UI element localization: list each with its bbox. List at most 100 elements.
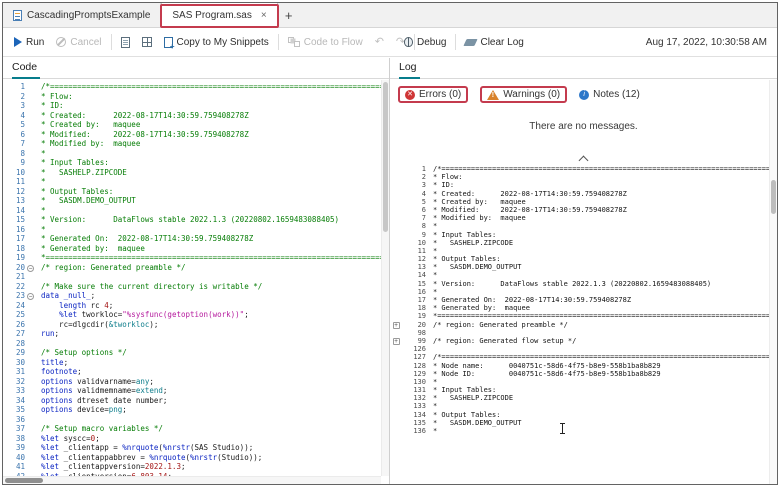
cancel-button[interactable]: Cancel <box>53 35 104 50</box>
log-content[interactable]: 1/*=====================================… <box>390 165 777 435</box>
code-line: 36 <box>3 415 389 425</box>
code-text: * ID: <box>36 101 64 111</box>
run-button[interactable]: Run <box>11 35 47 50</box>
code-line: 22/* Make sure the current directory is … <box>3 282 389 292</box>
log-text: * <box>426 247 437 255</box>
log-line: 5* Created by: maquee <box>390 198 777 206</box>
line-number: 32 <box>3 377 25 387</box>
print-button[interactable] <box>139 35 155 49</box>
line-number: 1 <box>402 165 426 173</box>
log-text: * Node name: 0040751c-58d6-4f75-b8e9-558… <box>426 362 661 370</box>
code-line: 23−data _null_; <box>3 291 389 301</box>
code-line: 8* <box>3 149 389 159</box>
scrollbar-thumb[interactable] <box>5 478 43 483</box>
text-cursor <box>562 423 563 434</box>
line-number: 7 <box>402 214 426 222</box>
log-line: 7* Modified by: maquee <box>390 214 777 222</box>
code-line: 18* Generated by: maquee <box>3 244 389 254</box>
errors-annotation-highlight: ✕ Errors (0) <box>398 86 468 103</box>
line-number: 18 <box>3 244 25 254</box>
new-tab-button[interactable]: + <box>278 3 300 27</box>
expand-region-icon[interactable]: + <box>393 338 400 345</box>
clear-log-button[interactable]: Clear Log <box>462 35 526 50</box>
code-line: 29/* Setup options */ <box>3 348 389 358</box>
debug-icon <box>404 37 413 47</box>
code-text: footnote; <box>36 367 82 377</box>
line-number: 3 <box>3 101 25 111</box>
last-run-timestamp: Aug 17, 2022, 10:30:58 AM <box>646 28 767 56</box>
code-horizontal-scrollbar[interactable] <box>3 476 381 484</box>
code-line: 32options validvarname=any; <box>3 377 389 387</box>
code-to-flow-label: Code to Flow <box>304 37 363 48</box>
scrollbar-thumb[interactable] <box>383 82 388 232</box>
expand-region-icon[interactable]: + <box>393 322 400 329</box>
errors-filter[interactable]: ✕ Errors (0) <box>405 89 461 100</box>
log-line: 6* Modified: 2022-08-17T14:30:59.7594082… <box>390 206 777 214</box>
tab-log[interactable]: Log <box>399 61 420 79</box>
code-line: 1/*=====================================… <box>3 82 389 92</box>
line-number: 40 <box>3 453 25 463</box>
notes-filter[interactable]: i Notes (12) <box>579 89 640 100</box>
line-number: 29 <box>3 348 25 358</box>
code-to-flow-button[interactable]: Code to Flow <box>285 35 366 50</box>
close-icon[interactable]: × <box>261 10 267 21</box>
log-line: +20/* region: Generated preamble */ <box>390 321 777 329</box>
log-message-filters: ✕ Errors (0) Warnings (0) i Notes (12) <box>390 80 777 105</box>
tab-cascading-prompts-example[interactable]: CascadingPromptsExample <box>3 3 161 27</box>
collapse-messages-icon[interactable] <box>579 154 588 163</box>
print-icon <box>142 37 152 47</box>
log-text: * <box>426 427 437 435</box>
log-text: * Created by: maquee <box>426 198 526 206</box>
undo-button[interactable]: ↶ <box>372 35 387 49</box>
line-number: 4 <box>3 111 25 121</box>
code-line: 13* SASDM.DEMO_OUTPUT <box>3 196 389 206</box>
code-text: %let tworkloc="%sysfunc(getoption(work))… <box>36 310 249 320</box>
save-button[interactable] <box>118 35 133 50</box>
debug-label: Debug <box>417 37 446 48</box>
code-editor[interactable]: 1/*=====================================… <box>3 80 389 484</box>
line-number: 19 <box>402 312 426 320</box>
line-number: 15 <box>3 215 25 225</box>
log-line: 132* SASHELP.ZIPCODE <box>390 394 777 402</box>
code-line: 7* Modified by: maquee <box>3 139 389 149</box>
collapse-region-icon[interactable]: − <box>27 265 34 272</box>
code-text: * Flow: <box>36 92 73 102</box>
line-number: 2 <box>402 173 426 181</box>
tab-sas-program[interactable]: SAS Program.sas × <box>161 3 277 28</box>
code-vertical-scrollbar[interactable] <box>381 80 389 476</box>
line-number: 8 <box>3 149 25 159</box>
code-text: /* Setup macro variables */ <box>36 424 163 434</box>
copy-to-snippets-button[interactable]: Copy to My Snippets <box>161 35 272 50</box>
code-text: /* region: Generated preamble */ <box>36 263 186 273</box>
code-text: * Version: DataFlows stable 2022.1.3 (20… <box>36 215 339 225</box>
collapse-region-icon[interactable]: − <box>27 293 34 300</box>
code-line: 34options dtreset date number; <box>3 396 389 406</box>
line-number: 9 <box>3 158 25 168</box>
line-number: 12 <box>3 187 25 197</box>
line-number: 11 <box>3 177 25 187</box>
code-text: title; <box>36 358 68 368</box>
tab-code[interactable]: Code <box>12 61 40 79</box>
line-number: 18 <box>402 304 426 312</box>
log-text: * SASHELP.ZIPCODE <box>426 394 513 402</box>
code-line: 33options validmemname=extend; <box>3 386 389 396</box>
log-text: * Input Tables: <box>426 386 496 394</box>
code-lines: 1/*=====================================… <box>3 82 389 481</box>
debug-button[interactable]: Debug <box>401 35 449 50</box>
code-text: %let _clientappversion=2022.1.3; <box>36 462 186 472</box>
code-text: * Modified by: maquee <box>36 139 140 149</box>
warnings-filter[interactable]: Warnings (0) <box>487 89 560 100</box>
code-line: 21 <box>3 272 389 282</box>
line-number: 35 <box>3 405 25 415</box>
code-text: * Created by: maquee <box>36 120 140 130</box>
log-vertical-scrollbar[interactable] <box>769 80 777 484</box>
log-body: ✕ Errors (0) Warnings (0) i Notes (12) <box>390 80 777 484</box>
line-number: 30 <box>3 358 25 368</box>
code-text: /* Make sure the current directory is wr… <box>36 282 262 292</box>
code-line: 37/* Setup macro variables */ <box>3 424 389 434</box>
code-text: length rc 4; <box>36 301 113 311</box>
line-number: 26 <box>3 320 25 330</box>
code-line: 2* Flow: <box>3 92 389 102</box>
line-number: 132 <box>402 394 426 402</box>
scrollbar-thumb[interactable] <box>771 180 776 214</box>
